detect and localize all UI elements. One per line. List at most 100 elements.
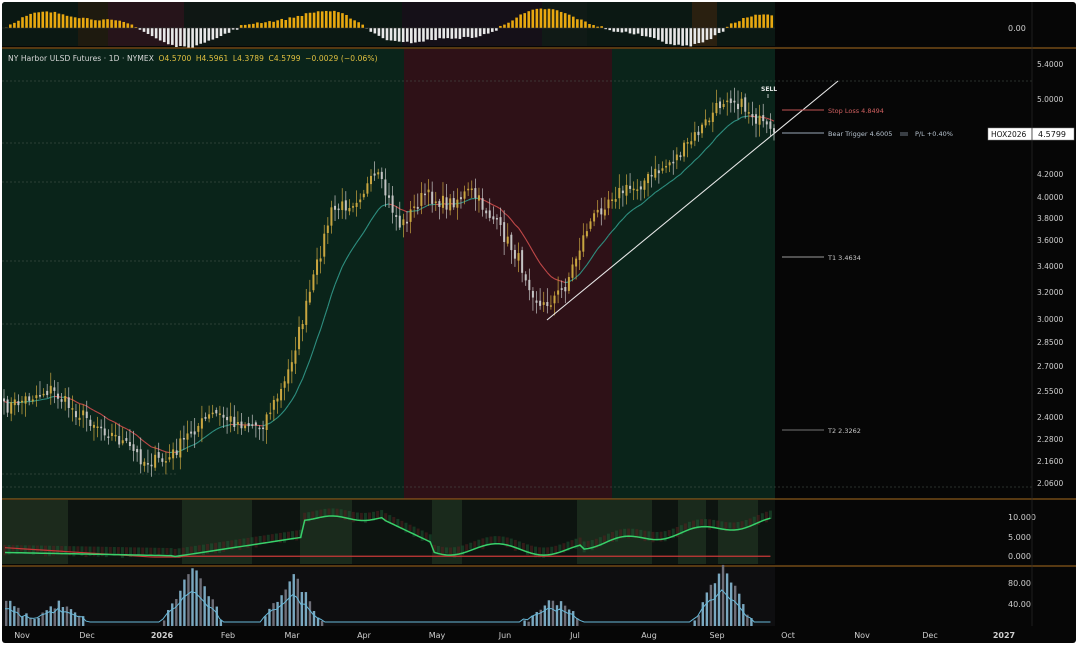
candle-body [294, 350, 297, 364]
osc-bar-down [717, 28, 721, 33]
osc-histogram [517, 541, 521, 549]
candle-body [384, 179, 387, 196]
osc-bar-down [624, 28, 628, 32]
osc-bar-up [588, 24, 591, 28]
candle-body [737, 103, 740, 110]
candle-body [366, 183, 369, 194]
osc-histogram [133, 547, 137, 555]
osc-histogram [222, 541, 226, 552]
volume-bar [288, 581, 291, 626]
candle-body [28, 396, 31, 401]
osc-bar-up [21, 17, 24, 28]
osc-bar-up [523, 13, 526, 28]
volume-bar [705, 592, 709, 626]
candle-body [49, 385, 52, 394]
candle-body [337, 208, 340, 211]
osc-bar-down [146, 28, 150, 34]
ema-segment [165, 451, 170, 454]
t1-label: T1 3.4634 [827, 254, 861, 262]
osc-bar-up [320, 11, 324, 28]
candle-body [74, 411, 77, 418]
candle-body [773, 128, 775, 133]
candle-body [305, 300, 308, 325]
candle-body [265, 414, 268, 430]
candle-body [96, 426, 99, 429]
candle-body [301, 323, 304, 330]
osc-bar-down [612, 28, 616, 32]
volume-bar [175, 599, 178, 626]
candle-body [589, 221, 592, 229]
osc-bar-up [29, 13, 32, 28]
candle-body [751, 114, 754, 118]
osc-bar-down [648, 28, 652, 38]
candle-body [308, 291, 311, 303]
candle-body [290, 362, 293, 372]
candle-body [164, 461, 167, 463]
candle-body [636, 189, 639, 191]
time-axis[interactable]: Nov Dec 2026 Feb Mar Apr May Jun Jul Aug Sep Oct Nov… [14, 631, 1015, 640]
candle-body [427, 189, 430, 193]
osc-histogram [469, 542, 473, 549]
candle-body [146, 463, 149, 465]
chart-canvas[interactable]: 0.00 Stop Loss 4.8494 Bear Trigger 4.600… [2, 2, 1076, 643]
price-axis[interactable]: 5.4000 5.0000 4.2000 4.0000 3.8000 3.6000 3.40… [1037, 60, 1063, 488]
osc-bar-up [329, 11, 332, 28]
osc-bar-down [628, 28, 632, 34]
osc-bar-down [474, 28, 478, 38]
osc-bar-down [466, 28, 470, 37]
osc-bar-up [746, 17, 749, 28]
price-tag-value: 4.5799 [1038, 130, 1066, 139]
volume-bar [187, 574, 190, 626]
time-axis-tick: Jun [498, 631, 512, 640]
candle-body [672, 161, 675, 164]
candle-body [542, 302, 545, 305]
candle-body [495, 217, 498, 220]
candle-body [765, 121, 768, 125]
candle-body [431, 191, 434, 204]
osc-bar-down [665, 28, 668, 44]
candle-body [323, 233, 326, 257]
volume-bar [559, 601, 563, 626]
candle-body [747, 112, 750, 114]
candle-body [352, 206, 355, 208]
volume-bar [183, 579, 186, 626]
osc-histogram [509, 538, 513, 546]
candle-body [683, 142, 686, 157]
volume-bar [738, 593, 741, 626]
osc-bar-up [754, 14, 757, 28]
candle-body [510, 234, 513, 251]
candle-body [467, 188, 470, 191]
osc-bar-up [729, 23, 733, 28]
candle-body [549, 305, 552, 307]
osc-bar-up [515, 17, 518, 28]
osc-bar-down [381, 28, 385, 39]
volume-bar [292, 574, 295, 626]
candle-body [197, 425, 200, 432]
osc-histogram [513, 539, 517, 551]
osc-bar-down [644, 28, 648, 37]
volume-bar [5, 600, 8, 626]
osc-bar-down [491, 28, 494, 32]
osc-histogram [631, 528, 635, 536]
osc-bar-up [33, 12, 36, 28]
osc-bar-up [110, 19, 113, 28]
volume-bar [207, 596, 210, 626]
osc-bar-down [677, 28, 680, 45]
osc-bar-up [559, 11, 563, 28]
candle-body [596, 209, 599, 213]
bear-zone [404, 49, 612, 499]
volume-bar [33, 619, 36, 626]
candle-body [719, 101, 722, 109]
candle-body [24, 396, 27, 404]
osc-histogram [740, 521, 744, 529]
osc-bar-down [450, 28, 454, 39]
candle-body [744, 97, 747, 112]
time-axis-tick: Aug [641, 631, 657, 640]
candle-body [107, 436, 110, 438]
symbol-title: NY Harbor ULSD Futures · 1D · NYMEX [8, 54, 154, 63]
osc-histogram [319, 509, 323, 518]
candle-body [697, 131, 700, 136]
candle-body [603, 209, 606, 216]
osc-bar-up [353, 20, 356, 28]
candle-body [629, 185, 632, 189]
